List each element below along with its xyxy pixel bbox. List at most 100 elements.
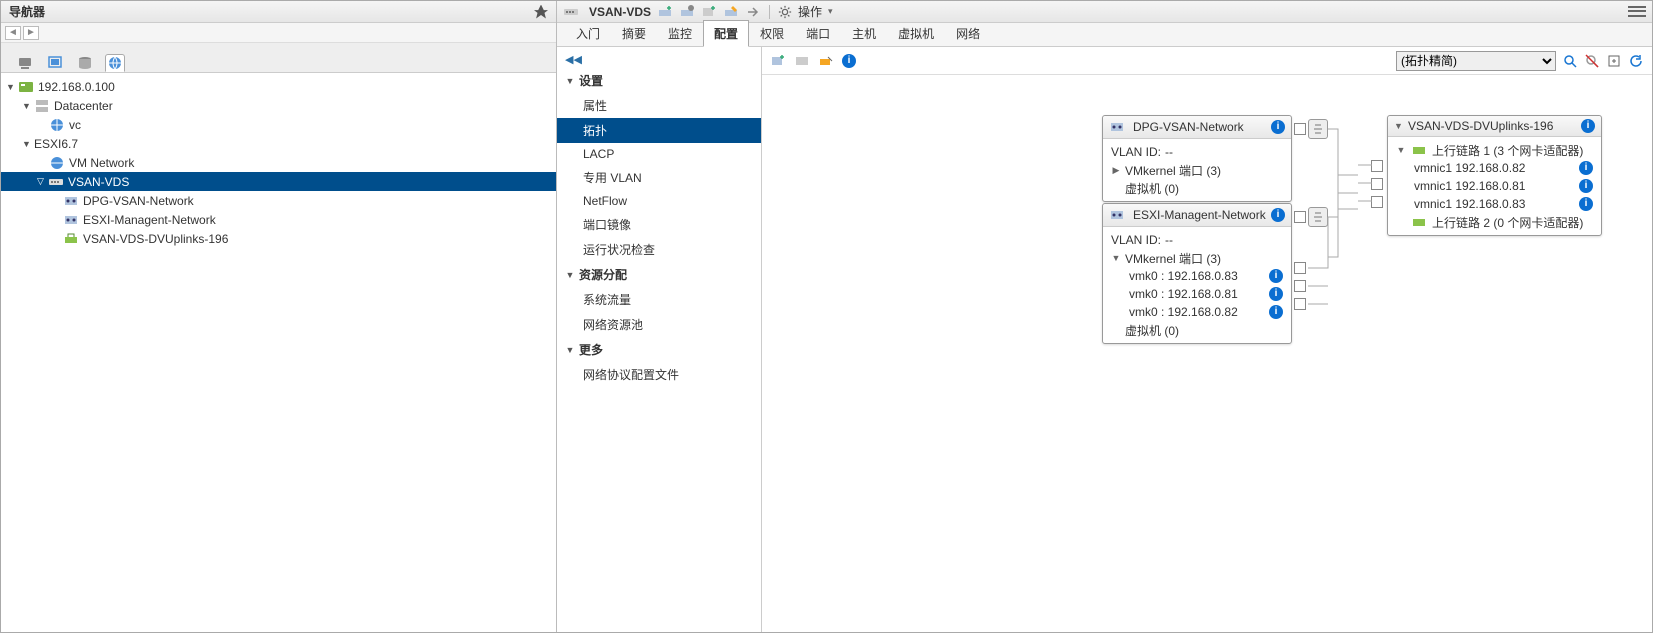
tree-vmnetwork[interactable]: VM Network xyxy=(1,153,556,172)
config-item[interactable]: 属性 xyxy=(557,93,761,118)
networking-view-tab[interactable] xyxy=(105,54,125,72)
panel-menu-icon[interactable] xyxy=(1628,5,1646,19)
forward-button[interactable]: ► xyxy=(23,26,39,40)
config-item[interactable]: 专用 VLAN xyxy=(557,165,761,190)
clear-filter-icon[interactable] xyxy=(1584,53,1600,69)
export-icon[interactable] xyxy=(1606,53,1622,69)
topo-manage-icon[interactable] xyxy=(794,53,810,69)
main-tabs: 入门 摘要 监控 配置 权限 端口 主机 虚拟机 网络 xyxy=(557,23,1652,47)
config-item[interactable]: 运行状况检查 xyxy=(557,237,761,262)
config-group-header[interactable]: ▼更多 xyxy=(557,337,761,362)
globe-icon xyxy=(49,117,65,133)
uplink-nic-row[interactable]: vmnic1 192.168.0.83i xyxy=(1396,195,1593,213)
tab-configure[interactable]: 配置 xyxy=(703,20,749,47)
info-icon[interactable]: i xyxy=(1579,179,1593,193)
portgroup-icon xyxy=(63,212,79,228)
uplink-nic-row[interactable]: vmnic1 192.168.0.81i xyxy=(1396,177,1593,195)
uplink-port xyxy=(1371,160,1383,172)
port-connector xyxy=(1294,211,1306,223)
config-group-header[interactable]: ▼资源分配 xyxy=(557,262,761,287)
topology-toolbar: i (拓扑精简) xyxy=(762,47,1652,75)
portgroup-icon xyxy=(63,193,79,209)
config-item[interactable]: 网络协议配置文件 xyxy=(557,362,761,387)
tab-monitor[interactable]: 监控 xyxy=(657,20,703,46)
config-item[interactable]: 拓扑 xyxy=(557,118,761,143)
navigator-panel: 导航器 ◄ ► ▼ 192.168.0.100 ▼ Datacenter xyxy=(1,1,557,632)
action-add-host-icon[interactable] xyxy=(657,4,673,20)
action-manage-hosts-icon[interactable] xyxy=(679,4,695,20)
portgroup-icon xyxy=(1109,207,1125,223)
vmkernel-row[interactable]: vmk0 : 192.168.0.83i xyxy=(1111,267,1283,285)
action-migrate-icon[interactable] xyxy=(745,4,761,20)
vmkernel-row[interactable]: vmk0 : 192.168.0.82i xyxy=(1111,303,1283,321)
config-sidebar: ◀◀ ▼设置属性拓扑LACP专用 VLANNetFlow端口镜像运行状况检查▼资… xyxy=(557,47,762,632)
action-edit-icon[interactable] xyxy=(723,4,739,20)
search-icon[interactable] xyxy=(1562,53,1578,69)
tab-hosts[interactable]: 主机 xyxy=(841,20,887,46)
topology-canvas[interactable]: DPG-VSAN-Network i VLAN ID: -- ▶VMkernel… xyxy=(762,75,1652,632)
config-item[interactable]: 系统流量 xyxy=(557,287,761,312)
collapse-icon[interactable]: ▼ xyxy=(1111,253,1121,263)
expand-icon[interactable]: ▼ xyxy=(21,100,32,111)
topology-filter-select[interactable]: (拓扑精简) xyxy=(1396,51,1556,71)
hosts-view-tab[interactable] xyxy=(15,54,35,72)
action-new-portgroup-icon[interactable] xyxy=(701,4,717,20)
tab-ports[interactable]: 端口 xyxy=(795,20,841,46)
info-icon[interactable]: i xyxy=(1269,287,1283,301)
storage-view-tab[interactable] xyxy=(75,54,95,72)
object-title: VSAN-VDS xyxy=(589,5,651,19)
topo-add-portgroup-icon[interactable] xyxy=(770,53,786,69)
uplink-row[interactable]: ▼上行链路 1 (3 个网卡适配器) xyxy=(1396,141,1593,159)
uplink-nic-row[interactable]: vmnic1 192.168.0.82i xyxy=(1396,159,1593,177)
config-item[interactable]: NetFlow xyxy=(557,190,761,212)
expand-icon[interactable]: ▶ xyxy=(1111,165,1121,176)
tab-permissions[interactable]: 权限 xyxy=(749,20,795,46)
actions-menu[interactable]: 操作 xyxy=(798,3,822,20)
topology-view: i (拓扑精简) xyxy=(762,47,1652,632)
portgroup-card-mgmt: ESXI-Managent-Network i VLAN ID: -- ▼VMk… xyxy=(1102,203,1292,344)
tab-summary[interactable]: 摘要 xyxy=(611,20,657,46)
config-item[interactable]: 网络资源池 xyxy=(557,312,761,337)
tab-networks[interactable]: 网络 xyxy=(945,20,991,46)
navigator-history-bar: ◄ ► xyxy=(1,23,556,43)
tree-vsan-vds[interactable]: ▽ VSAN-VDS xyxy=(1,172,556,191)
vcenter-icon xyxy=(18,79,34,95)
info-icon[interactable]: i xyxy=(1581,119,1595,133)
collapse-icon[interactable]: ▼ xyxy=(1394,121,1404,131)
connector-hub[interactable] xyxy=(1308,207,1328,227)
topo-help-icon[interactable]: i xyxy=(842,54,856,68)
vms-view-tab[interactable] xyxy=(45,54,65,72)
info-icon[interactable]: i xyxy=(1271,208,1285,222)
uplink-row[interactable]: 上行链路 2 (0 个网卡适配器) xyxy=(1396,213,1593,231)
expand-icon[interactable]: ▼ xyxy=(5,81,16,92)
tree-mgmt[interactable]: ESXI-Managent-Network xyxy=(1,210,556,229)
navigator-title: 导航器 xyxy=(9,3,45,20)
network-icon xyxy=(49,155,65,171)
info-icon[interactable]: i xyxy=(1269,269,1283,283)
info-icon[interactable]: i xyxy=(1579,161,1593,175)
refresh-icon[interactable] xyxy=(1628,53,1644,69)
config-item[interactable]: LACP xyxy=(557,143,761,165)
config-group-header[interactable]: ▼设置 xyxy=(557,68,761,93)
collapse-sidebar-button[interactable]: ◀◀ xyxy=(557,51,761,68)
tab-getting-started[interactable]: 入门 xyxy=(565,20,611,46)
tree-vc[interactable]: vc xyxy=(1,115,556,134)
tree-root[interactable]: ▼ 192.168.0.100 xyxy=(1,77,556,96)
expand-icon[interactable]: ▽ xyxy=(35,176,46,187)
tree-dpg[interactable]: DPG-VSAN-Network xyxy=(1,191,556,210)
info-icon[interactable]: i xyxy=(1269,305,1283,319)
tree-esxi[interactable]: ▼ ESXI6.7 xyxy=(1,134,556,153)
connector-hub[interactable] xyxy=(1308,119,1328,139)
tree-uplinks[interactable]: VSAN-VDS-DVUplinks-196 xyxy=(1,229,556,248)
config-item[interactable]: 端口镜像 xyxy=(557,212,761,237)
tab-vms[interactable]: 虚拟机 xyxy=(887,20,945,46)
vmkernel-row[interactable]: vmk0 : 192.168.0.81i xyxy=(1111,285,1283,303)
expand-icon[interactable]: ▼ xyxy=(21,138,32,149)
info-icon[interactable]: i xyxy=(1271,120,1285,134)
info-icon[interactable]: i xyxy=(1579,197,1593,211)
back-button[interactable]: ◄ xyxy=(5,26,21,40)
topo-migrate-icon[interactable] xyxy=(818,53,834,69)
port-connector xyxy=(1294,262,1306,274)
tree-datacenter[interactable]: ▼ Datacenter xyxy=(1,96,556,115)
pin-icon[interactable] xyxy=(534,5,548,19)
